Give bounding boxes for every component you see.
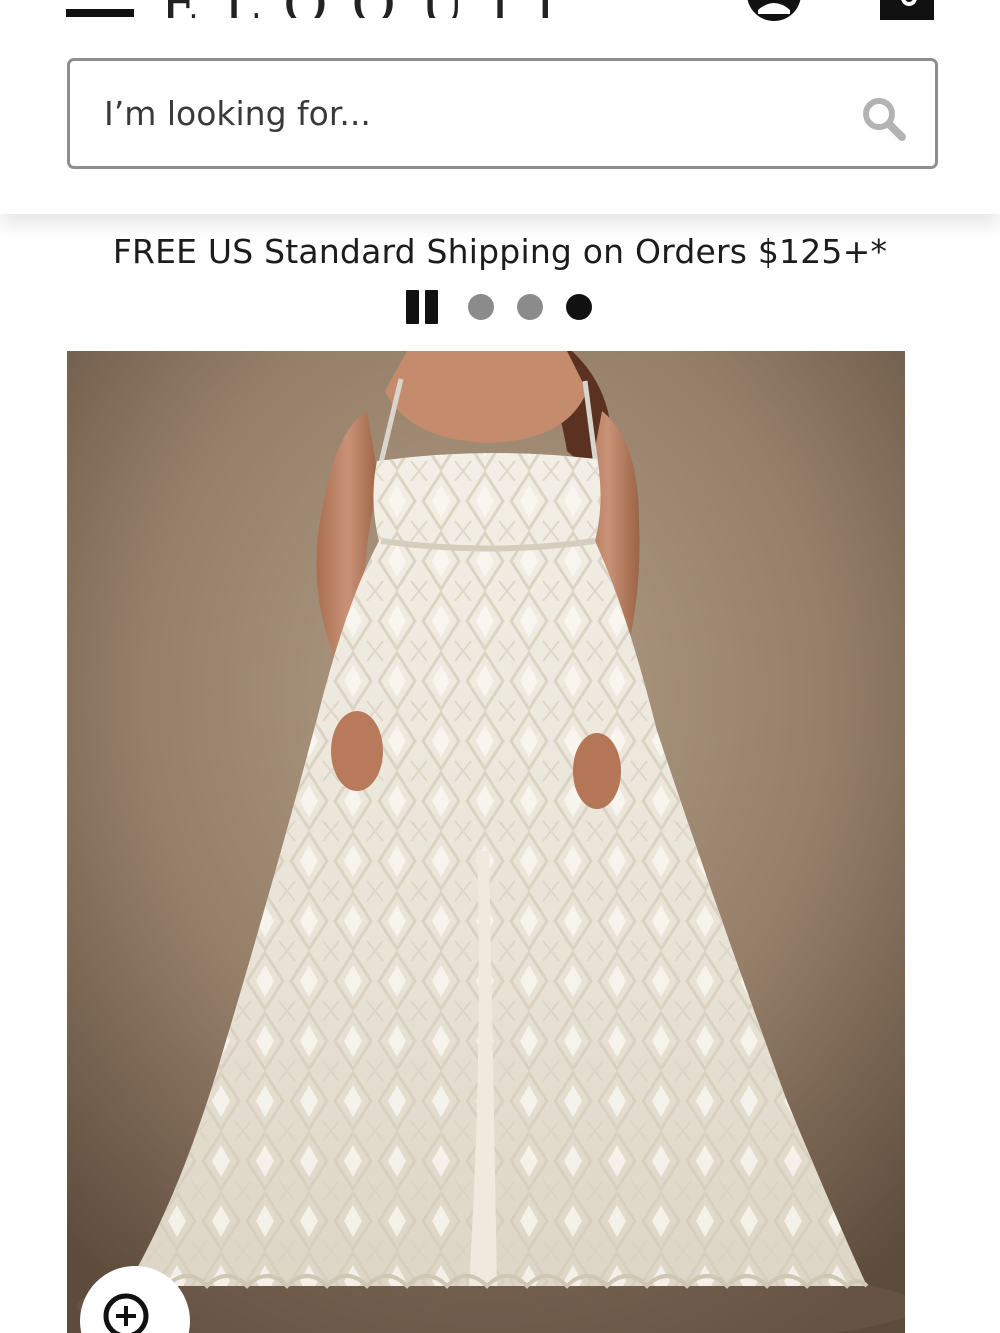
carousel-dot-3[interactable] <box>566 294 592 320</box>
product-page: ELOQUII FREE US Standard Shipping on Ord… <box>0 0 1000 1333</box>
carousel-dot-1[interactable] <box>468 294 494 320</box>
menu-button[interactable] <box>66 0 136 20</box>
shopping-bag-icon <box>880 0 934 20</box>
search-input[interactable] <box>104 61 824 166</box>
product-photo <box>67 351 905 1333</box>
hamburger-menu-icon <box>66 9 134 17</box>
account-button[interactable] <box>744 0 804 22</box>
bag-button[interactable] <box>876 0 938 22</box>
site-logo[interactable]: ELOQUII <box>160 0 580 18</box>
carousel-dot-2[interactable] <box>517 294 543 320</box>
search-bar <box>67 58 938 169</box>
zoom-in-icon <box>103 1293 149 1333</box>
site-header: ELOQUII <box>0 0 1000 214</box>
pause-icon[interactable] <box>404 290 440 324</box>
promo-carousel-controls <box>404 288 604 324</box>
search-icon[interactable] <box>858 94 908 144</box>
promo-banner[interactable]: FREE US Standard Shipping on Orders $125… <box>0 232 1000 271</box>
product-image[interactable] <box>67 351 905 1333</box>
account-icon <box>747 0 801 21</box>
